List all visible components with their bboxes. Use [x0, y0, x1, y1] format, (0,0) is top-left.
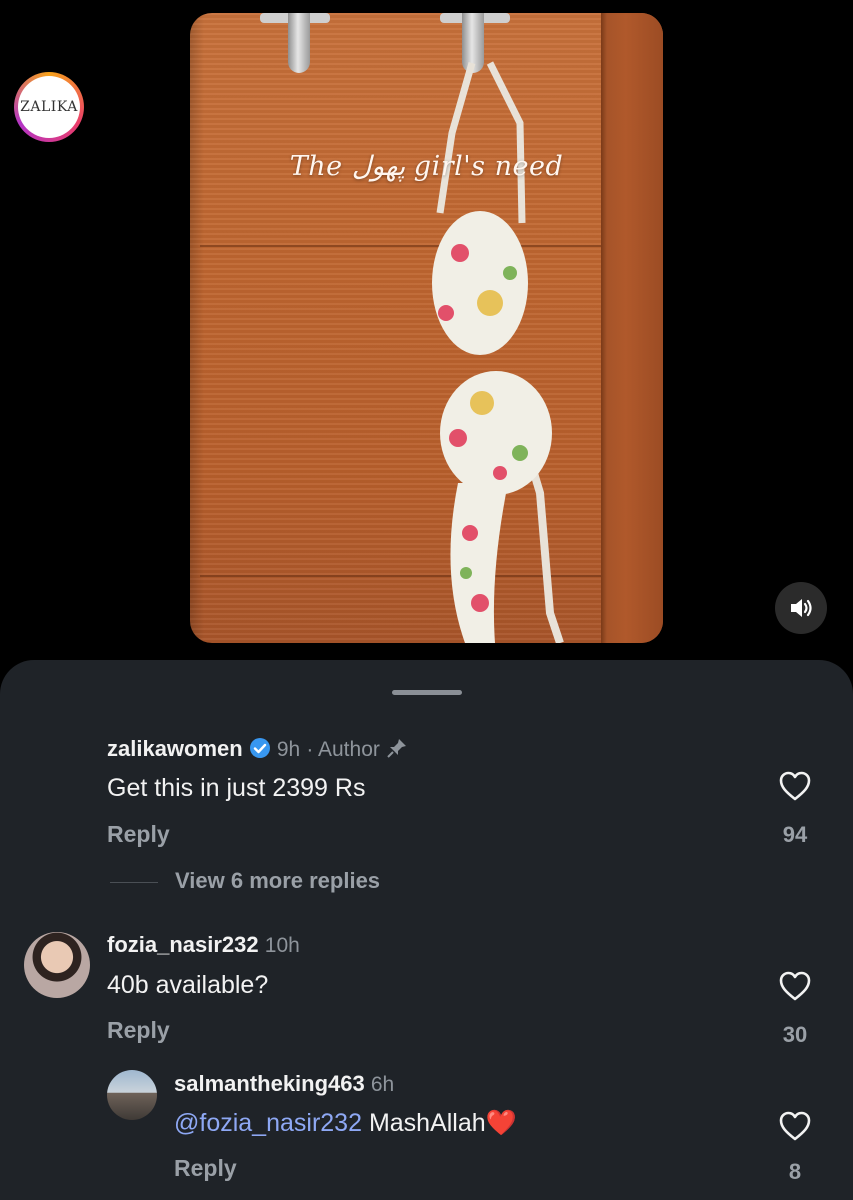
speaker-icon	[791, 599, 812, 617]
author-label: · Author	[306, 738, 380, 761]
pin-icon	[387, 739, 406, 758]
like-count: 94	[782, 822, 808, 847]
comment-time: 6h	[370, 1073, 395, 1096]
comment-body: MashAllah❤️	[362, 1109, 517, 1137]
video-overlay-text: The پھول girl's need	[289, 151, 564, 182]
reply-button[interactable]: Reply	[174, 1155, 237, 1182]
floral-garment-image	[432, 61, 564, 643]
comment-username[interactable]: zalikawomen 9h · Author	[107, 736, 408, 762]
heart-icon[interactable]	[778, 1110, 812, 1142]
comment-time: 10h	[264, 934, 300, 957]
like-count: 8	[788, 1159, 802, 1184]
comment-text: @fozia_nasir232 MashAllah❤️	[174, 1109, 517, 1138]
username-text[interactable]: fozia_nasir232	[107, 932, 259, 957]
avatar[interactable]	[107, 1070, 157, 1120]
username-text[interactable]: salmantheking463	[174, 1071, 365, 1096]
video-player[interactable]: The پھول girl's need	[190, 13, 663, 643]
avatar-story-ring[interactable]: ZALIKA	[14, 72, 84, 142]
like-count: 30	[782, 1022, 808, 1047]
reply-button[interactable]: Reply	[107, 821, 170, 848]
sound-toggle-button[interactable]	[775, 582, 827, 634]
sheet-drag-handle[interactable]	[392, 690, 462, 695]
username-text[interactable]: zalikawomen	[107, 736, 243, 761]
comment-text: Get this in just 2399 Rs	[107, 774, 366, 802]
verified-badge-icon	[249, 738, 270, 758]
reply-button[interactable]: Reply	[107, 1017, 170, 1044]
avatar[interactable]	[24, 932, 90, 998]
avatar: ZALIKA	[18, 76, 80, 138]
comment-time: 9h	[276, 738, 301, 761]
mention-link[interactable]: @fozia_nasir232	[174, 1109, 362, 1137]
replies-divider-line	[110, 882, 158, 883]
heart-icon[interactable]	[778, 770, 812, 802]
comment-text: 40b available?	[107, 971, 269, 999]
heart-icon[interactable]	[778, 970, 812, 1002]
comment-username[interactable]: fozia_nasir232 10h	[107, 932, 300, 958]
comment-username[interactable]: salmantheking463 6h	[174, 1071, 394, 1097]
view-more-replies-button[interactable]: View 6 more replies	[175, 868, 380, 894]
